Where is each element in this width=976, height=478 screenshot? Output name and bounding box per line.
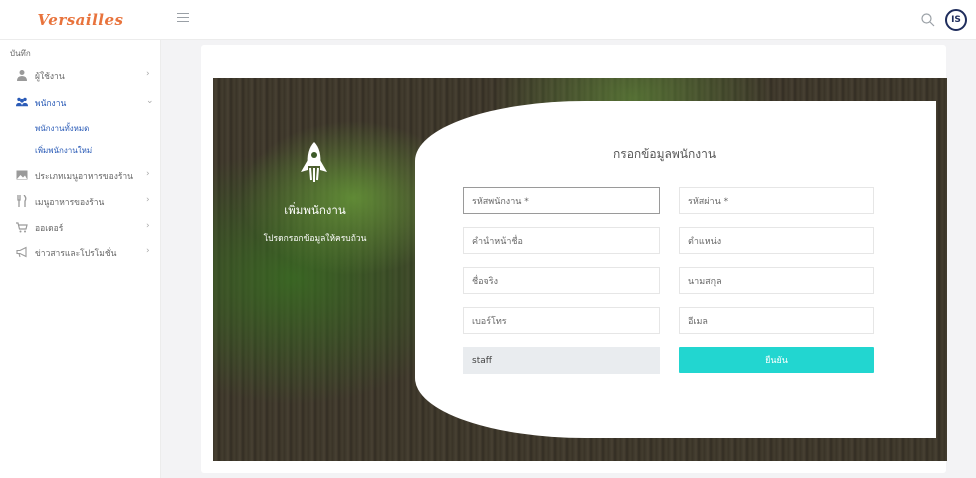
sidebar-item-news[interactable]: ข่าวสารและโปรโมชั่น ›: [0, 242, 161, 262]
chevron-right-icon: ›: [146, 169, 150, 179]
sidebar-item-menus[interactable]: เมนูอาหารของร้าน ›: [0, 191, 161, 211]
megaphone-icon: [16, 246, 27, 258]
avatar[interactable]: IS: [945, 9, 967, 31]
sidebar-item-employees[interactable]: พนักงาน ⌄: [0, 92, 161, 112]
firstname-input[interactable]: ชื่อจริง: [463, 267, 660, 294]
phone-input[interactable]: เบอร์โทร: [463, 307, 660, 334]
users-icon: [16, 97, 28, 107]
hero-title: เพิ่มพนักงาน: [284, 203, 346, 217]
sidebar-item-menu-categories[interactable]: ประเภทเมนูอาหารของร้าน ›: [0, 165, 161, 185]
menu-toggle-icon[interactable]: [177, 13, 189, 25]
sidebar-subitem-add-employee[interactable]: เพิ่มพนักงานใหม่: [35, 144, 92, 157]
sidebar-item-label: ประเภทเมนูอาหารของร้าน: [35, 172, 133, 182]
sidebar-item-label: ออเดอร์: [35, 224, 64, 234]
sidebar-item-orders[interactable]: ออเดอร์ ›: [0, 217, 161, 237]
email-input[interactable]: อีเมล: [679, 307, 874, 334]
sidebar-section-label: บันทึก: [10, 49, 31, 58]
password-input[interactable]: รหัสผ่าน *: [679, 187, 874, 214]
sidebar-item-label: ข่าวสารและโปรโมชั่น: [35, 249, 117, 259]
position-input[interactable]: ตำแหน่ง: [679, 227, 874, 254]
utensils-icon: [17, 195, 27, 207]
sidebar-item-label: พนักงาน: [35, 99, 67, 109]
sidebar: บันทึก ผู้ใช้งาน › พนักงาน ⌄ พนักงานทั้ง…: [0, 40, 161, 478]
chevron-right-icon: ›: [146, 69, 150, 79]
role-field: staff: [463, 347, 660, 374]
cart-icon: [16, 222, 28, 233]
submit-button[interactable]: ยืนยัน: [679, 347, 874, 373]
chevron-right-icon: ›: [146, 246, 150, 256]
sidebar-subitem-all-employees[interactable]: พนักงานทั้งหมด: [35, 122, 89, 135]
employee-id-input[interactable]: รหัสพนักงาน *: [463, 187, 660, 214]
sidebar-item-label: เมนูอาหารของร้าน: [35, 198, 105, 208]
image-icon: [16, 170, 28, 180]
chevron-right-icon: ›: [146, 195, 150, 205]
chevron-right-icon: ›: [146, 221, 150, 231]
chevron-down-icon: ⌄: [146, 96, 154, 106]
user-icon: [17, 70, 27, 81]
lastname-input[interactable]: นามสกุล: [679, 267, 874, 294]
sidebar-item-label: ผู้ใช้งาน: [35, 72, 65, 82]
prefix-input[interactable]: คำนำหน้าชื่อ: [463, 227, 660, 254]
rocket-icon: [301, 142, 327, 182]
brand-logo[interactable]: Versailles: [0, 0, 161, 40]
search-icon[interactable]: [920, 12, 936, 28]
sidebar-item-users[interactable]: ผู้ใช้งาน ›: [0, 65, 161, 85]
top-bar: Versailles IS: [0, 0, 976, 40]
avatar-text: IS: [951, 15, 961, 25]
hero-subtitle: โปรดกรอกข้อมูลให้ครบถ้วน: [263, 234, 367, 244]
form-title: กรอกข้อมูลพนักงาน: [613, 147, 717, 161]
